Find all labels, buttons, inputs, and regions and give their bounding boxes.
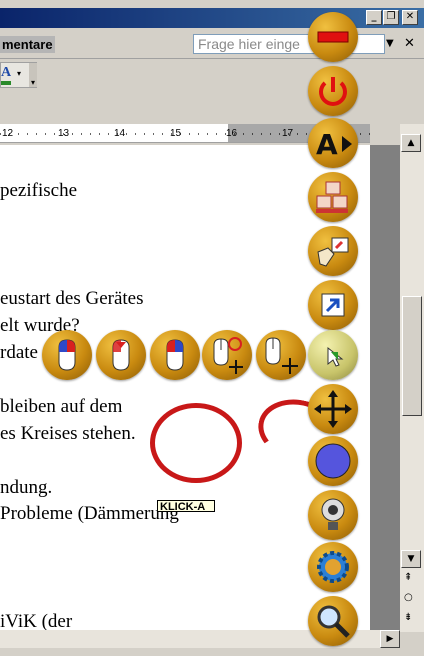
drag-drop-icon[interactable] <box>308 226 358 276</box>
next-page-button[interactable]: ⇟ <box>404 612 412 624</box>
webcam-icon[interactable] <box>308 490 358 540</box>
green-arrow-mouse-icon[interactable] <box>308 330 358 380</box>
title-bar-fill <box>0 8 424 28</box>
menu-item-kommentare[interactable]: mentare <box>0 36 55 53</box>
font-color-icon: A <box>1 65 12 80</box>
scroll-thumb[interactable] <box>402 296 422 416</box>
document-line: bleiben auf dem <box>0 396 123 417</box>
previous-page-button[interactable]: ⇞ <box>404 572 412 584</box>
close-window-button[interactable]: ✕ <box>402 10 418 25</box>
minimize-icon[interactable] <box>308 12 358 62</box>
keyboard-icon[interactable] <box>308 172 358 222</box>
mouse-left-click-icon[interactable] <box>42 330 92 380</box>
ruler-number: 16 <box>226 128 238 139</box>
scroll-up-button[interactable]: ▲ <box>401 134 421 152</box>
font-color-button[interactable]: A ▾ ▾ <box>0 62 37 88</box>
mouse-move-icon[interactable] <box>256 330 306 380</box>
mouse-drag-one-icon[interactable] <box>202 330 252 380</box>
status-bar <box>0 648 424 656</box>
ask-dropdown-icon[interactable]: ▼ <box>386 36 396 52</box>
move-cross-icon[interactable] <box>308 384 358 434</box>
ruler-number: 13 <box>58 128 70 139</box>
page-background <box>370 145 400 630</box>
minimize-window-button[interactable]: _ <box>366 10 382 25</box>
svg-text:A: A <box>316 128 338 161</box>
scroll-right-button[interactable]: ▶ <box>380 630 400 648</box>
tooltip: KLICK-A <box>157 500 215 512</box>
font-color-swatch <box>1 81 11 85</box>
select-browse-object-button[interactable]: ○ <box>404 592 413 604</box>
formatting-toolbar <box>0 59 424 93</box>
gear-icon[interactable] <box>308 542 358 592</box>
document-line: rdate <box>0 342 38 363</box>
document-line: pezifische <box>0 180 78 201</box>
toolbar-options-button[interactable]: ▾ <box>29 63 37 87</box>
document-line: es Kreises stehen. <box>0 423 136 444</box>
scroll-down-button[interactable]: ▼ <box>401 550 421 568</box>
ruler-number: 14 <box>114 128 126 139</box>
magnifier-icon[interactable] <box>308 596 358 646</box>
document-line: Probleme (Dämmerung <box>0 503 179 524</box>
mouse-right-click-icon[interactable] <box>150 330 200 380</box>
document-line: ndung. <box>0 477 53 498</box>
document-line: eustart des Gerätes <box>0 288 144 309</box>
mouse-double-click-icon[interactable] <box>96 330 146 380</box>
title-bar <box>0 0 424 30</box>
restore-window-button[interactable]: ❐ <box>383 10 399 25</box>
document-close-button[interactable]: ✕ <box>404 36 415 52</box>
shortcut-arrow-icon[interactable] <box>308 280 358 330</box>
blue-circle-icon[interactable] <box>308 436 358 486</box>
text-size-icon[interactable]: A <box>308 118 358 168</box>
ruler-number: 15 <box>170 128 182 139</box>
ruler-number: 12 <box>2 128 14 139</box>
power-icon[interactable] <box>308 66 358 116</box>
chevron-down-icon[interactable]: ▾ <box>17 69 21 79</box>
click-target-circle <box>150 403 242 483</box>
ruler-number: 17 <box>282 128 294 139</box>
